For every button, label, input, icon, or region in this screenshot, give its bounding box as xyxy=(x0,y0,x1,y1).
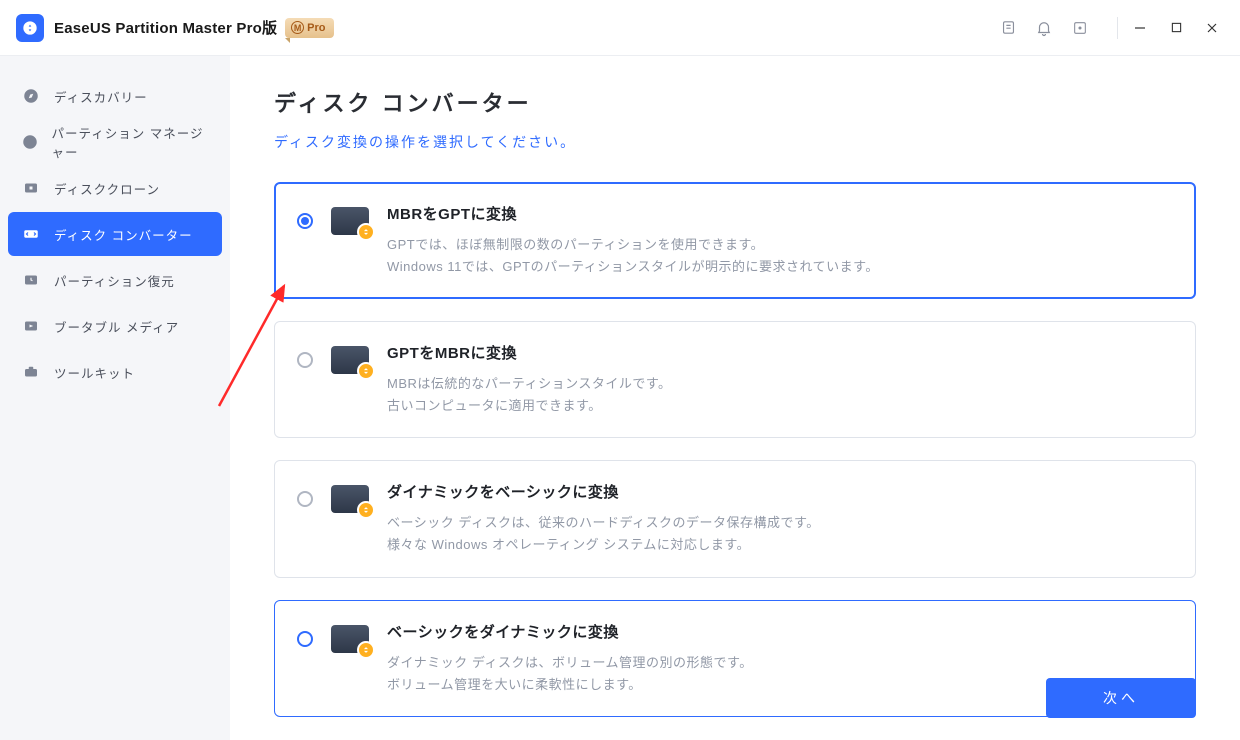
option-description: MBRは伝統的なパーティションスタイルです。古いコンピュータに適用できます。 xyxy=(387,373,1173,417)
sidebar-item-partition-recovery[interactable]: パーティション復元 xyxy=(8,258,222,302)
option-title: ダイナミックをベーシックに変換 xyxy=(387,481,1173,502)
option-description: GPTでは、ほぼ無制限の数のパーティションを使用できます。Windows 11で… xyxy=(387,234,1173,278)
sidebar-item-label: ブータブル メディア xyxy=(54,317,179,336)
radio-button[interactable] xyxy=(297,352,313,368)
titlebar-separator xyxy=(1117,17,1118,39)
compass-icon xyxy=(20,85,42,107)
titlebar: EaseUS Partition Master Pro版 M Pro xyxy=(0,0,1240,56)
radio-button[interactable] xyxy=(297,213,313,229)
titlebar-icons xyxy=(999,17,1122,39)
sidebar-item-disk-clone[interactable]: ディスククローン xyxy=(8,166,222,210)
radio-button[interactable] xyxy=(297,491,313,507)
disk-convert-icon xyxy=(331,625,369,653)
note-icon[interactable] xyxy=(999,19,1017,37)
pie-icon xyxy=(20,131,40,153)
converter-option-1[interactable]: GPTをMBRに変換 MBRは伝統的なパーティションスタイルです。古いコンピュータ… xyxy=(274,321,1196,438)
media-icon xyxy=(20,315,42,337)
converter-option-2[interactable]: ダイナミックをベーシックに変換ベーシック ディスクは、従来のハードディスクのデー… xyxy=(274,460,1196,577)
option-title: GPTをMBRに変換 xyxy=(387,342,1173,363)
sidebar-item-discovery[interactable]: ディスカバリー xyxy=(8,74,222,118)
disk-convert-icon xyxy=(331,207,369,235)
option-title: ベーシックをダイナミックに変換 xyxy=(387,621,1173,642)
bell-icon[interactable] xyxy=(1035,19,1053,37)
page-subtitle: ディスク変換の操作を選択してください。 xyxy=(274,132,1196,152)
sidebar: ディスカバリー パーティション マネージャー ディスククローン ディスク コンバ… xyxy=(0,56,230,740)
maximize-button[interactable] xyxy=(1158,10,1194,46)
convert-icon xyxy=(20,223,42,245)
converter-option-0[interactable]: MBRをGPTに変換 GPTでは、ほぼ無制限の数のパーティションを使用できます。W… xyxy=(274,182,1196,299)
option-description: ベーシック ディスクは、従来のハードディスクのデータ保存構成です。様々な Win… xyxy=(387,512,1173,556)
menu-box-icon[interactable] xyxy=(1071,19,1089,37)
clone-icon xyxy=(20,177,42,199)
close-button[interactable] xyxy=(1194,10,1230,46)
sidebar-item-label: ディスク コンバーター xyxy=(54,225,193,244)
window-controls xyxy=(1122,10,1230,46)
disk-convert-icon xyxy=(331,485,369,513)
sidebar-item-disk-converter[interactable]: ディスク コンバーター xyxy=(8,212,222,256)
next-button[interactable]: 次へ xyxy=(1046,678,1196,718)
sidebar-item-label: ディスカバリー xyxy=(54,87,148,106)
toolkit-icon xyxy=(20,361,42,383)
pro-badge: M Pro xyxy=(285,18,333,38)
option-title: MBRをGPTに変換 xyxy=(387,203,1173,224)
disk-convert-icon xyxy=(331,346,369,374)
pro-badge-letter: M xyxy=(291,21,304,34)
radio-button[interactable] xyxy=(297,631,313,647)
page-title: ディスク コンバーター xyxy=(274,86,1196,118)
app-title: EaseUS Partition Master Pro版 xyxy=(54,17,277,38)
sidebar-item-partition-manager[interactable]: パーティション マネージャー xyxy=(8,120,222,164)
sidebar-item-label: ツールキット xyxy=(54,363,135,382)
minimize-button[interactable] xyxy=(1122,10,1158,46)
sidebar-item-toolkit[interactable]: ツールキット xyxy=(8,350,222,394)
pro-badge-text: Pro xyxy=(307,22,325,34)
recover-icon xyxy=(20,269,42,291)
sidebar-item-label: パーティション復元 xyxy=(54,271,175,290)
sidebar-item-label: パーティション マネージャー xyxy=(52,123,210,161)
sidebar-item-bootable-media[interactable]: ブータブル メディア xyxy=(8,304,222,348)
sidebar-item-label: ディスククローン xyxy=(54,179,160,198)
main-content: ディスク コンバーター ディスク変換の操作を選択してください。 MBRをGPTに… xyxy=(230,56,1240,740)
app-logo-icon xyxy=(16,14,44,42)
